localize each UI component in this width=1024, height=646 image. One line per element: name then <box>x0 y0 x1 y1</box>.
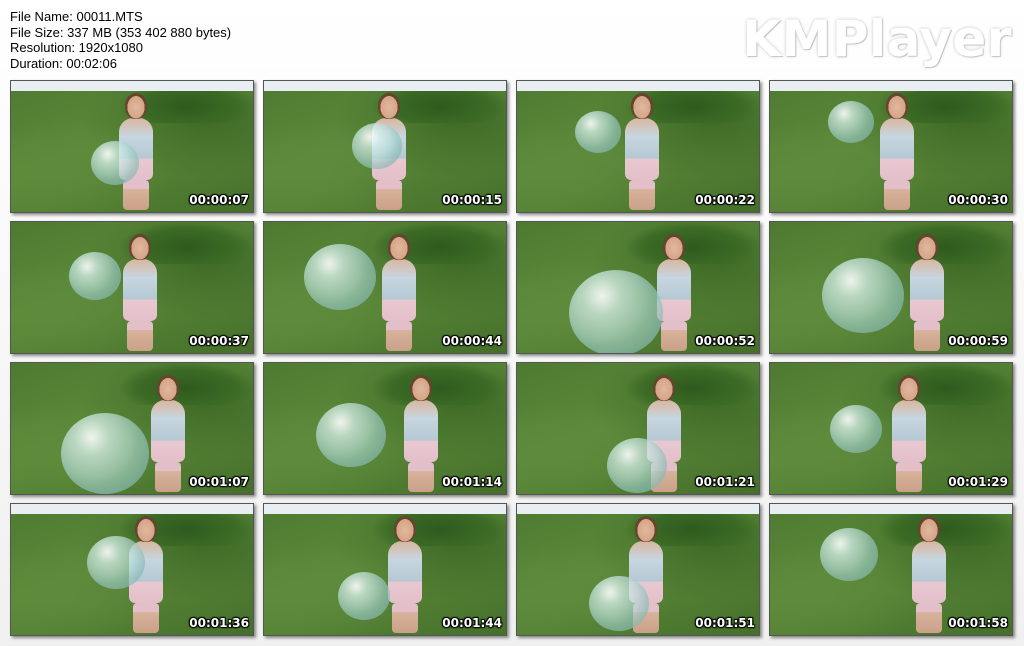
video-thumbnail[interactable]: 00:00:15 <box>263 80 507 213</box>
timestamp-label: 00:00:59 <box>948 334 1008 348</box>
video-thumbnail[interactable]: 00:00:52 <box>516 221 760 354</box>
video-thumbnail[interactable]: 00:00:30 <box>769 80 1013 213</box>
timestamp-label: 00:00:44 <box>442 334 502 348</box>
timestamp-label: 00:01:58 <box>948 616 1008 630</box>
video-thumbnail[interactable]: 00:00:44 <box>263 221 507 354</box>
video-thumbnail[interactable]: 00:01:14 <box>263 362 507 495</box>
timestamp-label: 00:01:36 <box>189 616 249 630</box>
timestamp-label: 00:01:14 <box>442 475 502 489</box>
timestamp-label: 00:00:37 <box>189 334 249 348</box>
video-thumbnail[interactable]: 00:01:51 <box>516 503 760 636</box>
timestamp-label: 00:00:22 <box>695 193 755 207</box>
video-thumbnail[interactable]: 00:01:36 <box>10 503 254 636</box>
timestamp-label: 00:01:44 <box>442 616 502 630</box>
video-thumbnail[interactable]: 00:00:59 <box>769 221 1013 354</box>
timestamp-label: 00:01:51 <box>695 616 755 630</box>
thumbnail-grid: 00:00:07 00:00:15 00:00:22 00:00:30 00:00:37… <box>0 0 1024 646</box>
timestamp-label: 00:00:30 <box>948 193 1008 207</box>
timestamp-label: 00:00:52 <box>695 334 755 348</box>
video-thumbnail[interactable]: 00:00:37 <box>10 221 254 354</box>
timestamp-label: 00:00:07 <box>189 193 249 207</box>
video-thumbnail[interactable]: 00:01:29 <box>769 362 1013 495</box>
timestamp-label: 00:00:15 <box>442 193 502 207</box>
timestamp-label: 00:01:29 <box>948 475 1008 489</box>
video-thumbnail[interactable]: 00:00:07 <box>10 80 254 213</box>
video-thumbnail[interactable]: 00:00:22 <box>516 80 760 213</box>
video-thumbnail[interactable]: 00:01:07 <box>10 362 254 495</box>
video-thumbnail[interactable]: 00:01:58 <box>769 503 1013 636</box>
video-thumbnail[interactable]: 00:01:44 <box>263 503 507 636</box>
timestamp-label: 00:01:07 <box>189 475 249 489</box>
timestamp-label: 00:01:21 <box>695 475 755 489</box>
video-thumbnail[interactable]: 00:01:21 <box>516 362 760 495</box>
